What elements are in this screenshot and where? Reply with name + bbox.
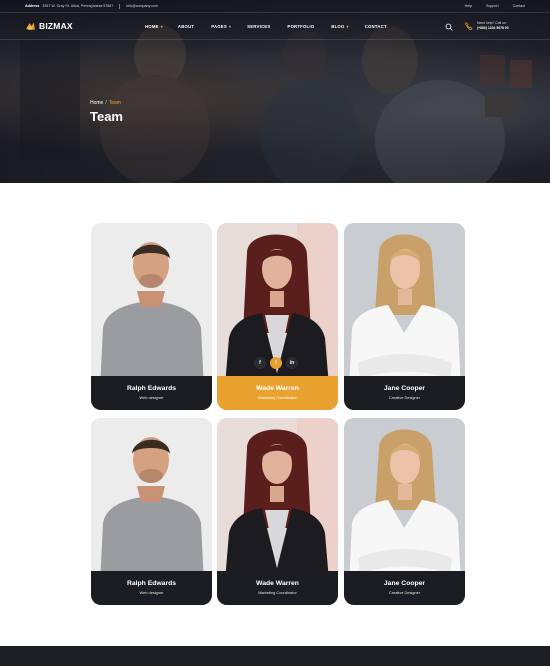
member-info: Jane Cooper Creative Designer — [344, 571, 465, 605]
twitter-icon[interactable]: t — [270, 357, 282, 369]
help-call-text: Need help? Call us: (+880) 1234 5678 90 — [477, 21, 509, 31]
logo-icon — [26, 22, 35, 30]
nav-services-label: SERVICES — [247, 23, 271, 29]
nav-blog[interactable]: BLOG ▾ — [331, 24, 348, 29]
chevron-down-icon: ▾ — [160, 23, 163, 29]
chevron-down-icon: ▾ — [228, 23, 232, 29]
help-phone-number[interactable]: (+880) 1234 5678 90 — [477, 26, 509, 31]
nav-home[interactable]: HOME ▾ — [145, 24, 163, 29]
team-member-card[interactable]: Wade Warren Marketing Coordinator — [217, 418, 338, 605]
nav-about-label: ABOUT — [177, 23, 195, 29]
address-label: Address — [25, 4, 40, 8]
top-links: Help Support Contact — [465, 4, 525, 8]
support-link[interactable]: Support — [486, 4, 499, 8]
member-info: Jane Cooper Creative Designer — [344, 376, 465, 410]
social-links: f t in — [254, 357, 298, 369]
team-member-card[interactable]: Ralph Edwards Web designer — [91, 223, 212, 410]
nav-contact-label: CONTACT — [364, 23, 387, 29]
member-info: Wade Warren Marketing Coordinator — [217, 571, 338, 605]
breadcrumb-separator: / — [105, 100, 107, 106]
member-role: Creative Designer — [388, 395, 421, 400]
member-info: Ralph Edwards Web designer — [91, 571, 212, 605]
member-role: Web designer — [139, 590, 164, 595]
facebook-icon[interactable]: f — [254, 357, 266, 369]
member-role: Marketing Coordinator — [258, 590, 297, 595]
breadcrumb-current: Team — [108, 100, 121, 106]
footer-strip — [0, 646, 550, 666]
page-hero: Address 3357 W. Gray St. Utica, Pennsylv… — [0, 0, 550, 183]
team-member-card[interactable]: Jane Cooper Creative Designer — [344, 418, 465, 605]
breadcrumb: Home / Team — [90, 100, 121, 106]
page-title: Team — [90, 109, 123, 124]
member-name[interactable]: Wade Warren — [217, 385, 338, 392]
nav-portfolio-label: PORTFOLIO — [287, 23, 315, 29]
team-member-card[interactable]: Ralph Edwards Web designer — [91, 418, 212, 605]
member-name[interactable]: Jane Cooper — [344, 385, 465, 392]
email-link[interactable]: info@company.com — [126, 4, 158, 8]
contact-top-link[interactable]: Contact — [513, 4, 525, 8]
main-navbar: BIZMAX HOME ▾ ABOUT PAGES ▾ SERVICES PORTF… — [0, 12, 550, 40]
chevron-down-icon: ▾ — [346, 23, 349, 29]
search-icon[interactable] — [445, 23, 453, 31]
breadcrumb-home[interactable]: Home — [90, 100, 103, 106]
site-logo[interactable]: BIZMAX — [25, 21, 73, 32]
member-role: Web designer — [139, 395, 164, 400]
team-member-card[interactable]: Jane Cooper Creative Designer — [344, 223, 465, 410]
top-info-bar: Address 3357 W. Gray St. Utica, Pennsylv… — [0, 0, 550, 12]
member-name[interactable]: Wade Warren — [217, 580, 338, 587]
member-role: Creative Designer — [388, 590, 421, 595]
member-role: Marketing Coordinator — [258, 395, 297, 400]
member-name[interactable]: Jane Cooper — [344, 580, 465, 587]
member-info: Ralph Edwards Web designer — [91, 376, 212, 410]
nav-blog-label: BLOG — [331, 23, 345, 29]
divider — [119, 3, 121, 9]
help-link[interactable]: Help — [465, 4, 472, 8]
help-call-block[interactable]: Need help? Call us: (+880) 1234 5678 90 — [464, 21, 509, 31]
nav-portfolio[interactable]: PORTFOLIO — [287, 24, 314, 29]
nav-home-label: HOME — [145, 23, 159, 29]
address-text: 3357 W. Gray St. Utica, Pennsylvania 578… — [42, 4, 114, 8]
team-member-card[interactable]: f t in Wade Warren Marketing Coordinator — [217, 223, 338, 410]
phone-icon — [465, 22, 473, 30]
linkedin-icon[interactable]: in — [286, 357, 298, 369]
nav-pages[interactable]: PAGES ▾ — [211, 24, 231, 29]
primary-nav: HOME ▾ ABOUT PAGES ▾ SERVICES PORTFOLIO BL… — [145, 24, 387, 29]
nav-services[interactable]: SERVICES — [247, 24, 270, 29]
nav-about[interactable]: ABOUT — [178, 24, 194, 29]
nav-contact[interactable]: CONTACT — [365, 24, 387, 29]
member-info: Wade Warren Marketing Coordinator — [217, 376, 338, 410]
logo-text: BIZMAX — [39, 21, 73, 31]
member-name[interactable]: Ralph Edwards — [91, 385, 212, 392]
nav-pages-label: PAGES — [211, 23, 227, 29]
member-name[interactable]: Ralph Edwards — [91, 580, 212, 587]
